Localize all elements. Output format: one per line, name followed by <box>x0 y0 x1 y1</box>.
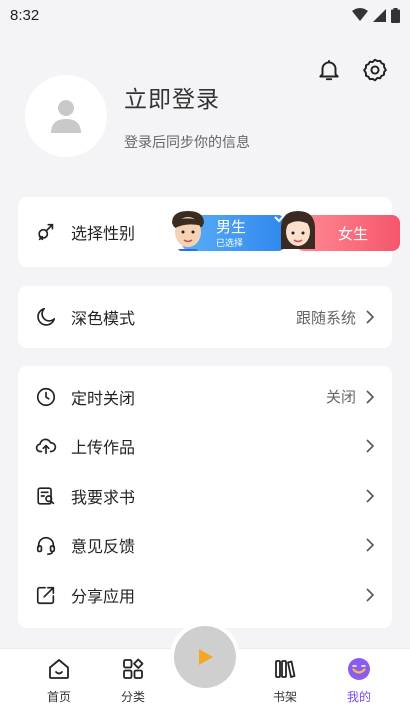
profile-text: 立即登录 登录后同步你的信息 <box>124 80 250 152</box>
play-icon <box>199 649 213 665</box>
dark-mode-card: 深色模式 跟随系统 <box>18 286 392 348</box>
headset-icon <box>36 537 56 556</box>
header-actions <box>316 57 388 83</box>
list-item-label: 我要求书 <box>71 487 136 507</box>
play-button[interactable] <box>174 626 236 688</box>
tab-label: 我的 <box>346 690 371 704</box>
bookshelf-icon <box>275 660 296 678</box>
status-time: 8:32 <box>10 6 40 24</box>
chevron-right-icon <box>366 439 375 453</box>
chevron-right-icon <box>366 310 375 324</box>
gender-card: 选择性别 男生 已选择 女生 <box>18 197 400 267</box>
chevron-right-icon <box>366 588 375 602</box>
play-button-ring <box>170 622 240 692</box>
login-title[interactable]: 立即登录 <box>124 80 250 114</box>
battery-icon <box>391 7 400 23</box>
tab-mine[interactable]: 我的 <box>329 657 389 705</box>
status-icons <box>352 7 400 23</box>
user-icon <box>51 100 81 133</box>
tab-bookshelf[interactable]: 书架 <box>255 657 315 705</box>
list-item-upload[interactable]: 上传作品 <box>18 422 392 472</box>
share-icon <box>36 586 55 604</box>
list-item-share[interactable]: 分享应用 <box>18 570 392 620</box>
list-item-label: 意见反馈 <box>71 537 136 557</box>
list-item-label: 上传作品 <box>71 438 136 458</box>
male-selected-label: 已选择 <box>216 239 244 249</box>
bell-icon[interactable] <box>316 57 342 83</box>
smile-face-icon <box>348 658 370 680</box>
girl-face-icon <box>280 211 316 249</box>
dark-mode-row[interactable]: 深色模式 跟随系统 <box>18 286 392 348</box>
gender-symbol-icon <box>38 223 54 241</box>
list-item-request-book[interactable]: 我要求书 <box>18 471 392 521</box>
tab-label: 书架 <box>272 690 297 704</box>
book-search-icon <box>37 487 55 505</box>
profile-section[interactable]: 立即登录 登录后同步你的信息 <box>25 75 250 157</box>
chevron-right-icon <box>366 538 375 552</box>
dark-mode-label: 深色模式 <box>71 309 136 328</box>
home-icon <box>49 659 69 679</box>
wifi-icon <box>352 8 368 21</box>
avatar[interactable] <box>25 75 107 157</box>
chevron-right-icon <box>366 390 375 404</box>
gear-icon[interactable] <box>362 57 388 83</box>
list-item-label: 分享应用 <box>71 586 136 606</box>
list-item-label: 定时关闭 <box>71 388 136 408</box>
gender-male-button[interactable]: 男生 已选择 <box>168 209 288 251</box>
tab-label: 首页 <box>46 690 71 704</box>
status-bar: 8:32 <box>0 0 410 30</box>
gender-female-button[interactable]: 女生 <box>278 209 400 251</box>
list-item-timer[interactable]: 定时关闭 关闭 <box>18 372 392 422</box>
dark-mode-value: 跟随系统 <box>295 308 356 327</box>
login-subtitle: 登录后同步你的信息 <box>124 135 250 151</box>
list-item-feedback[interactable]: 意见反馈 <box>18 521 392 571</box>
list-item-value: 关闭 <box>325 388 356 407</box>
settings-list-card: 定时关闭 关闭 上传作品 我要求书 意见反馈 分享应用 <box>18 366 392 628</box>
grid-icon <box>123 658 144 679</box>
tab-home[interactable]: 首页 <box>29 657 89 705</box>
tab-label: 分类 <box>120 690 145 704</box>
clock-icon <box>36 387 56 406</box>
cloud-upload-icon <box>35 438 57 455</box>
chevron-right-icon <box>366 489 375 503</box>
tab-category[interactable]: 分类 <box>103 657 163 705</box>
boy-face-icon <box>172 211 204 251</box>
signal-icon <box>373 8 386 22</box>
moon-icon <box>37 307 56 326</box>
female-label: 女生 <box>338 225 369 243</box>
male-label: 男生 <box>216 218 247 236</box>
